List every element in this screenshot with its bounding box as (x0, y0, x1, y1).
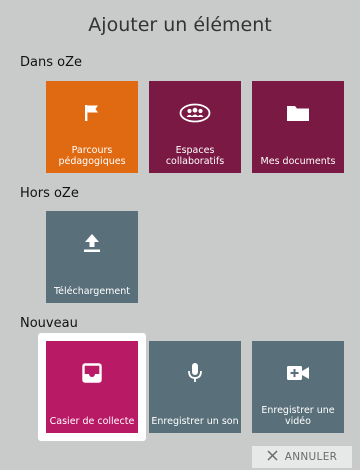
tile-label: Espaces collaboratifs (165, 145, 225, 167)
add-element-dialog: Ajouter un élément Dans oZe Parcours péd… (0, 0, 360, 470)
section-label-dans-oze: Dans oZe (20, 55, 82, 70)
parcours-pedagogiques-tile[interactable]: Parcours pédagogiques (46, 81, 138, 173)
tile-label: Téléchargement (53, 286, 131, 297)
casier-de-collecte-tile[interactable]: Casier de collecte (46, 341, 138, 433)
tile-label: Enregistrer une vidéo (261, 405, 335, 427)
espaces-collaboratifs-tile[interactable]: Espaces collaboratifs (149, 81, 241, 173)
enregistrer-son-tile[interactable]: Enregistrer un son (149, 341, 241, 433)
cancel-label: ANNULER (284, 451, 338, 463)
group-icon (149, 101, 241, 125)
upload-icon (46, 231, 138, 255)
enregistrer-video-tile[interactable]: Enregistrer une vidéo (252, 341, 344, 433)
flag-icon (46, 101, 138, 125)
close-icon (267, 450, 278, 464)
tile-label: Casier de collecte (49, 416, 135, 427)
microphone-icon (149, 361, 241, 385)
tile-label: Mes documents (260, 156, 336, 167)
mes-documents-tile[interactable]: Mes documents (252, 81, 344, 173)
video-camera-add-icon (252, 361, 344, 385)
inbox-tray-icon (46, 361, 138, 385)
dialog-title: Ajouter un élément (88, 14, 272, 36)
tile-label: Enregistrer un son (151, 416, 239, 427)
tile-label: Parcours pédagogiques (58, 145, 126, 167)
cancel-button[interactable]: ANNULER (252, 446, 352, 468)
section-label-hors-oze: Hors oZe (20, 186, 79, 201)
telechargement-tile[interactable]: Téléchargement (46, 211, 138, 303)
section-label-nouveau: Nouveau (20, 316, 78, 331)
folder-icon (252, 101, 344, 125)
